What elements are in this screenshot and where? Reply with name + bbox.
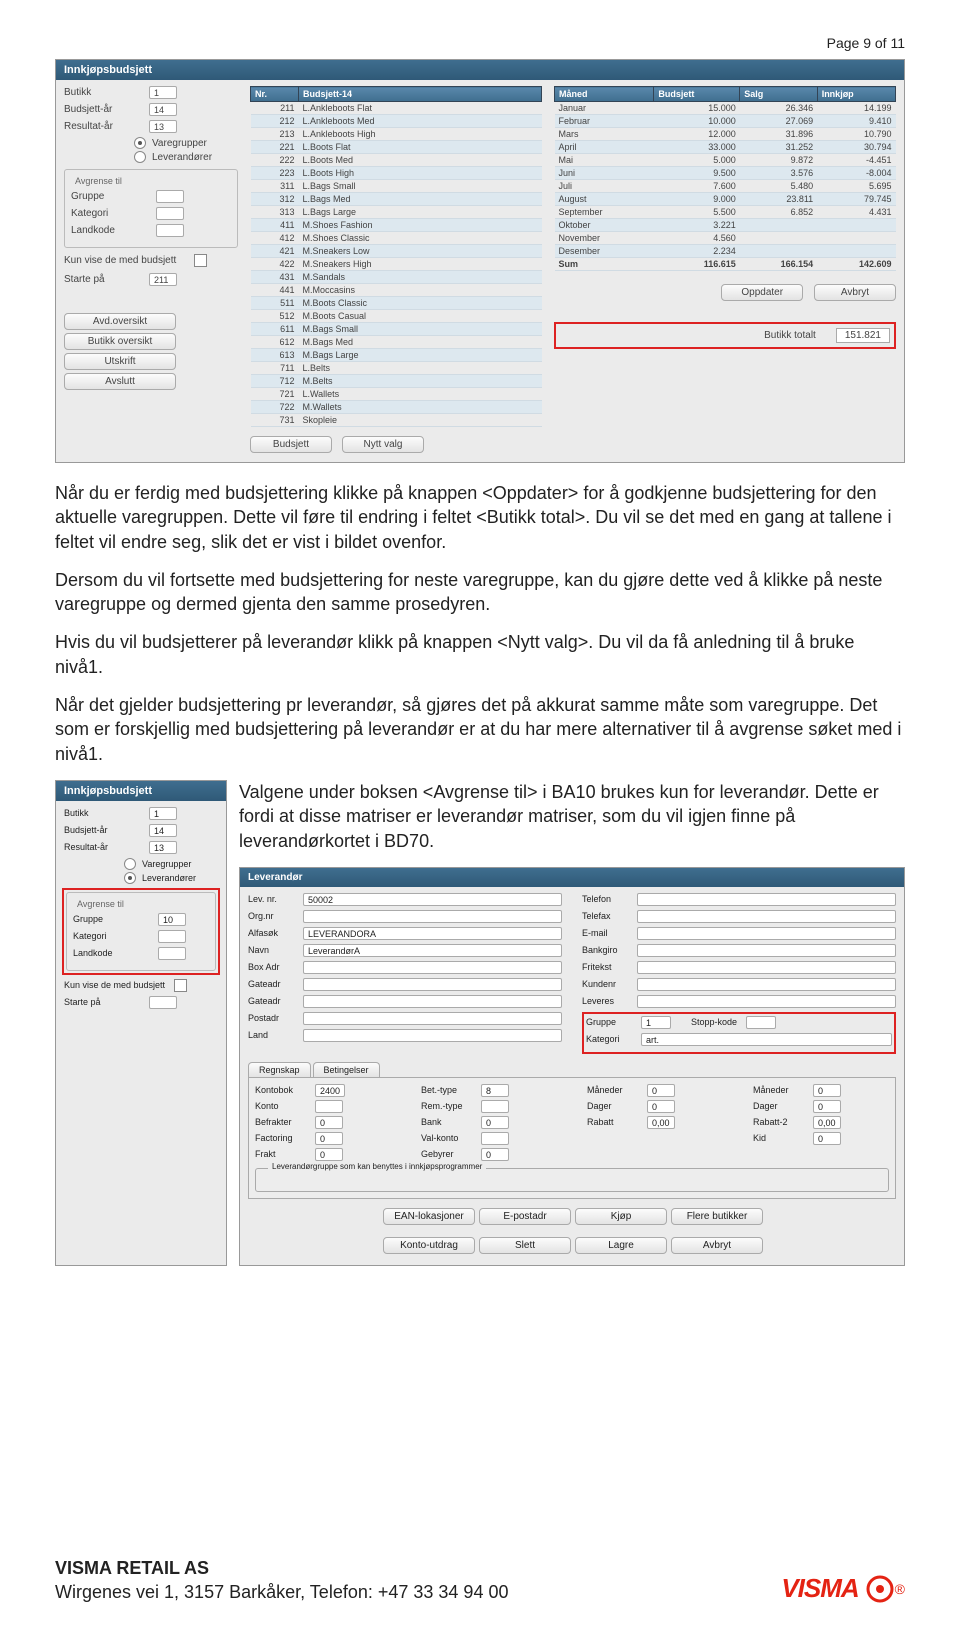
butikk-totalt-box: Butikk totalt 151.821 [554,322,896,349]
window-title: Innkjøpsbudsjett [56,60,904,80]
page-number: Page 9 of 11 [55,35,905,51]
window-title-c: Leverandør [240,868,904,887]
table-row[interactable]: 613M.Bags Large [251,349,542,362]
resar-label: Resultat-år [64,121,149,132]
table-row[interactable]: Juni9.5003.576-8.004 [555,167,896,180]
landkode-label: Landkode [71,225,156,236]
table-row[interactable]: 412M.Shoes Classic [251,232,542,245]
table-row[interactable]: 441M.Moccasins [251,284,542,297]
table-row[interactable]: 312L.Bags Med [251,193,542,206]
page-footer: VISMA RETAIL AS Wirgenes vei 1, 3157 Bar… [55,1557,905,1604]
avslutt-button[interactable]: Avslutt [64,373,176,390]
butikk-totalt-value: 151.821 [836,328,890,343]
visma-logo: VISMA ® [781,1573,905,1604]
table-row[interactable]: 712M.Belts [251,375,542,388]
start-input[interactable]: 211 [149,273,177,286]
table-row[interactable]: 213L.Ankleboots High [251,128,542,141]
table-row[interactable]: 612M.Bags Med [251,336,542,349]
budar-label: Budsjett-år [64,104,149,115]
budsjett-button[interactable]: Budsjett [250,436,332,453]
kategori-input[interactable] [156,207,184,220]
footer-address: Wirgenes vei 1, 3157 Barkåker, Telefon: … [55,1581,508,1604]
table-row[interactable]: 313L.Bags Large [251,206,542,219]
gruppe-input[interactable] [156,190,184,203]
table-row[interactable]: 722M.Wallets [251,401,542,414]
paragraph-5: Valgene under boksen <Avgrense til> i BA… [239,780,905,853]
action-button[interactable]: Lagre [575,1237,667,1254]
avgrense-group: Avgrense til Gruppe Kategori Landkode [64,169,238,248]
table-row[interactable]: 611M.Bags Small [251,323,542,336]
utskrift-button[interactable]: Utskrift [64,353,176,370]
table-row[interactable]: Mars12.00031.89610.790 [555,128,896,141]
radio-varegrupper[interactable]: Varegrupper [134,137,238,149]
table-row[interactable]: 721L.Wallets [251,388,542,401]
tab-regnskap[interactable]: Regnskap [248,1062,311,1077]
maned-table[interactable]: MånedBudsjettSalgInnkjøp Januar15.00026.… [554,86,896,271]
visma-logo-icon [865,1574,895,1604]
table-row[interactable]: Februar10.00027.0699.410 [555,115,896,128]
table-row[interactable]: 212L.Ankleboots Med [251,115,542,128]
kunvise-checkbox[interactable] [194,254,207,267]
screenshot-innkjopsbudsjett: Innkjøpsbudsjett Butikk1 Budsjett-år14 R… [55,59,905,463]
tab-betingelser[interactable]: Betingelser [313,1062,380,1077]
budar-input[interactable]: 14 [149,103,177,116]
action-button[interactable]: Slett [479,1237,571,1254]
kategori-label: Kategori [71,208,156,219]
action-button[interactable]: E-postadr [479,1208,571,1225]
table-row[interactable]: 731Skopleie [251,414,542,427]
paragraph-3: Hvis du vil budsjetterer på leverandør k… [55,630,905,679]
avd-oversikt-button[interactable]: Avd.oversikt [64,313,176,330]
nytt-valg-button[interactable]: Nytt valg [342,436,424,453]
footer-company: VISMA RETAIL AS [55,1557,508,1580]
resar-input[interactable]: 13 [149,120,177,133]
gruppe-highlight: Gruppe1Stopp-kode Kategoriart. [582,1012,896,1054]
table-row[interactable]: 223L.Boots High [251,167,542,180]
paragraph-1: Når du er ferdig med budsjettering klikk… [55,481,905,554]
paragraph-4: Når det gjelder budsjettering pr leveran… [55,693,905,766]
start-label: Starte på [64,274,149,285]
radio-leverandorer[interactable]: Leverandører [134,151,238,163]
oppdater-button[interactable]: Oppdater [721,284,803,301]
table-row[interactable]: Juli7.6005.4805.695 [555,180,896,193]
table-row[interactable]: 511M.Boots Classic [251,297,542,310]
kunvise-label: Kun vise de med budsjett [64,255,194,266]
table-row[interactable]: 421M.Sneakers Low [251,245,542,258]
table-row[interactable]: 221L.Boots Flat [251,141,542,154]
action-button[interactable]: Kjøp [575,1208,667,1225]
avgrense-highlight: Avgrense til Gruppe10 Kategori Landkode [62,888,220,975]
legend-box: Leverandørgruppe som kan benyttes i innk… [255,1168,889,1192]
table-row[interactable]: August9.00023.81179.745 [555,193,896,206]
screenshot-avgrense: Innkjøpsbudsjett Butikk1 Budsjett-år14 R… [55,780,227,1266]
table-row[interactable]: 422M.Sneakers High [251,258,542,271]
table-row[interactable]: 512M.Boots Casual [251,310,542,323]
paragraph-2: Dersom du vil fortsette med budsjetterin… [55,568,905,617]
landkode-input[interactable] [156,224,184,237]
table-row[interactable]: September5.5006.8524.431 [555,206,896,219]
action-button[interactable]: Flere butikker [671,1208,763,1225]
table-row[interactable]: Januar15.00026.34614.199 [555,102,896,115]
table-row[interactable]: 222L.Boots Med [251,154,542,167]
table-row[interactable]: Oktober3.221 [555,219,896,232]
gruppe-label: Gruppe [71,191,156,202]
window-title-b: Innkjøpsbudsjett [56,781,226,801]
butikk-label: Butikk [64,87,149,98]
action-button[interactable]: Konto-utdrag [383,1237,475,1254]
table-row[interactable]: Mai5.0009.872-4.451 [555,154,896,167]
nr-table[interactable]: Nr.Budsjett-14 211L.Ankleboots Flat212L.… [250,86,542,427]
avbryt-button[interactable]: Avbryt [814,284,896,301]
action-button[interactable]: EAN-lokasjoner [383,1208,475,1225]
table-row[interactable]: 411M.Shoes Fashion [251,219,542,232]
table-row[interactable]: November4.560 [555,232,896,245]
table-row[interactable]: April33.00031.25230.794 [555,141,896,154]
action-button[interactable]: Avbryt [671,1237,763,1254]
table-row[interactable]: 311L.Bags Small [251,180,542,193]
screenshot-leverandor: Leverandør Lev. nr.50002 Org.nr AlfasøkL… [239,867,905,1266]
table-row[interactable]: 211L.Ankleboots Flat [251,102,542,115]
table-row[interactable]: 711L.Belts [251,362,542,375]
table-row[interactable]: Desember2.234 [555,245,896,258]
table-row[interactable]: 431M.Sandals [251,271,542,284]
butikk-input[interactable]: 1 [149,86,177,99]
butikk-oversikt-button[interactable]: Butikk oversikt [64,333,176,350]
